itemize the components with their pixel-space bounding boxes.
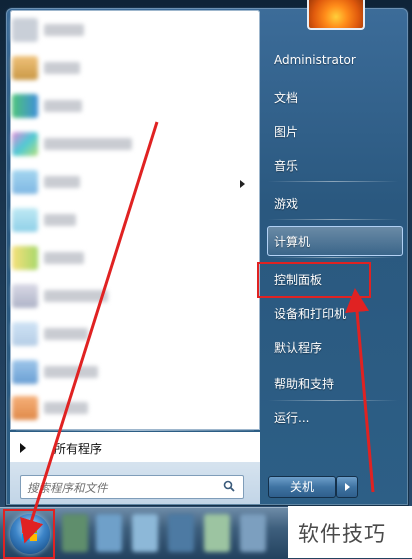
taskbar-app[interactable] xyxy=(204,514,230,552)
program-item[interactable] xyxy=(10,14,246,46)
program-label xyxy=(44,252,84,264)
separator xyxy=(268,257,398,258)
divider xyxy=(16,430,254,431)
program-item[interactable] xyxy=(10,242,246,274)
right-item-label: 计算机 xyxy=(274,235,311,249)
right-item-label: 文档 xyxy=(274,91,299,105)
triangle-right-icon xyxy=(20,443,26,453)
right-item-administrator[interactable]: Administrator xyxy=(266,46,402,74)
search-input[interactable]: 搜索程序和文件 xyxy=(20,475,244,499)
program-item[interactable] xyxy=(10,166,246,198)
program-label xyxy=(44,290,108,302)
program-label xyxy=(44,62,80,74)
program-item[interactable] xyxy=(10,204,246,236)
shutdown-options-button[interactable] xyxy=(336,476,358,498)
right-item-help-support[interactable]: 帮助和支持 xyxy=(266,368,402,396)
program-icon xyxy=(12,208,38,232)
right-item-label: 游戏 xyxy=(274,197,299,211)
program-icon xyxy=(12,246,38,270)
program-icon xyxy=(12,56,38,80)
all-programs-button[interactable]: 所有程序 xyxy=(10,432,260,462)
taskbar-app[interactable] xyxy=(96,514,122,552)
program-item[interactable] xyxy=(10,90,246,122)
program-label xyxy=(44,402,88,414)
search-placeholder: 搜索程序和文件 xyxy=(27,481,108,495)
separator xyxy=(268,400,398,401)
start-button-highlight-box xyxy=(3,509,55,559)
program-item[interactable] xyxy=(10,356,246,388)
right-item-label: 设备和打印机 xyxy=(274,307,347,321)
right-item-music[interactable]: 音乐 xyxy=(266,150,402,178)
program-icon xyxy=(12,396,38,420)
program-icon xyxy=(12,284,38,308)
right-item-pictures[interactable]: 图片 xyxy=(266,116,402,144)
program-item[interactable] xyxy=(10,280,246,312)
program-label xyxy=(44,176,80,188)
program-label xyxy=(44,138,132,150)
right-item-label: Administrator xyxy=(274,53,356,67)
taskbar-app[interactable] xyxy=(132,514,158,552)
program-icon xyxy=(12,322,38,346)
program-icon xyxy=(12,18,38,42)
program-label xyxy=(44,100,82,112)
program-label xyxy=(44,214,76,226)
taskbar-app[interactable] xyxy=(168,514,194,552)
submenu-arrow-icon xyxy=(240,180,245,188)
program-icon xyxy=(12,132,38,156)
program-label xyxy=(44,24,84,36)
control-panel-highlight-box xyxy=(257,262,371,298)
right-item-games[interactable]: 游戏 xyxy=(266,188,402,216)
right-item-devices-printers[interactable]: 设备和打印机 xyxy=(266,298,402,326)
program-icon xyxy=(12,170,38,194)
taskbar-app[interactable] xyxy=(240,514,266,552)
right-item-label: 帮助和支持 xyxy=(274,377,335,391)
program-item[interactable] xyxy=(10,318,246,350)
right-item-label: 图片 xyxy=(274,125,299,139)
right-item-computer[interactable]: 计算机 xyxy=(266,226,402,254)
program-icon xyxy=(12,94,38,118)
program-label xyxy=(44,328,88,340)
right-item-run[interactable]: 运行... xyxy=(266,402,402,430)
search-icon[interactable] xyxy=(223,480,235,492)
program-item[interactable] xyxy=(10,392,246,424)
watermark: 软件技巧 xyxy=(288,506,412,558)
right-item-label: 默认程序 xyxy=(274,341,323,355)
separator xyxy=(268,181,398,182)
right-item-label: 音乐 xyxy=(274,159,299,173)
shutdown-button[interactable]: 关机 xyxy=(268,476,336,498)
program-item[interactable] xyxy=(10,128,246,160)
program-label xyxy=(44,366,98,378)
user-picture-avatar[interactable] xyxy=(307,0,365,30)
right-item-documents[interactable]: 文档 xyxy=(266,82,402,110)
right-item-label: 运行... xyxy=(274,411,310,425)
right-item-default-programs[interactable]: 默认程序 xyxy=(266,332,402,360)
watermark-text: 软件技巧 xyxy=(298,522,386,546)
program-icon xyxy=(12,360,38,384)
program-item[interactable] xyxy=(10,52,246,84)
taskbar-app[interactable] xyxy=(62,514,88,552)
separator xyxy=(268,219,398,220)
all-programs-label: 所有程序 xyxy=(54,442,103,456)
